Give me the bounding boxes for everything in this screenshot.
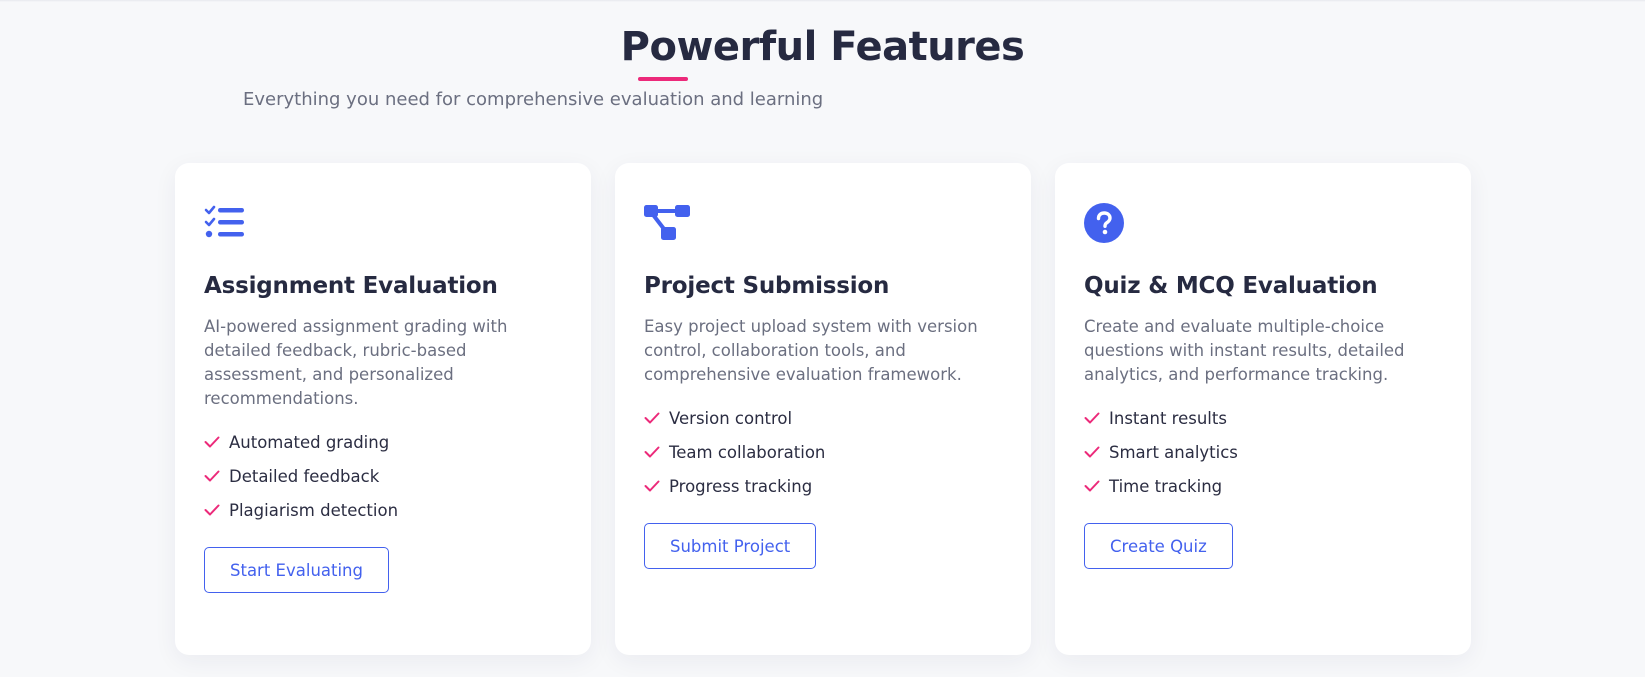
feature-item: Version control <box>644 401 1002 435</box>
card-description: AI-powered assignment grading with detai… <box>204 317 508 408</box>
feature-card-project-submission: Project Submission Easy project upload s… <box>615 163 1031 655</box>
feature-item: Team collaboration <box>644 435 1002 469</box>
checklist-icon <box>204 203 246 245</box>
feature-label: Time tracking <box>1109 476 1223 496</box>
title-underline <box>638 77 688 81</box>
submit-project-button[interactable]: Submit Project <box>644 523 817 569</box>
check-icon <box>644 480 660 492</box>
feature-card-assignment-evaluation: Assignment Evaluation AI-powered assignm… <box>175 163 591 655</box>
feature-item: Plagiarism detection <box>204 493 562 527</box>
start-evaluating-button[interactable]: Start Evaluating <box>204 547 389 593</box>
feature-label: Plagiarism detection <box>229 500 399 520</box>
check-icon <box>644 446 660 458</box>
create-quiz-button[interactable]: Create Quiz <box>1084 523 1233 569</box>
feature-label: Progress tracking <box>669 476 813 496</box>
feature-list: Automated grading Detailed feedback Plag… <box>204 425 562 527</box>
feature-label: Version control <box>669 408 793 428</box>
check-icon <box>1084 480 1100 492</box>
check-icon <box>1084 412 1100 424</box>
top-shadow <box>0 0 1645 2</box>
card-title: Quiz & MCQ Evaluation <box>1084 273 1378 299</box>
card-description: Easy project upload system with version … <box>644 317 978 384</box>
feature-label: Smart analytics <box>1109 442 1238 462</box>
feature-item: Instant results <box>1084 401 1442 435</box>
feature-list: Instant results Smart analytics Time tra… <box>1084 401 1442 503</box>
feature-item: Detailed feedback <box>204 459 562 493</box>
card-title: Project Submission <box>644 273 890 299</box>
section-title: Powerful Features <box>620 24 1025 70</box>
feature-card-quiz-evaluation: Quiz & MCQ Evaluation Create and evaluat… <box>1055 163 1471 655</box>
check-icon <box>204 470 220 482</box>
feature-list: Version control Team collaboration Progr… <box>644 401 1002 503</box>
check-icon <box>204 504 220 516</box>
feature-item: Progress tracking <box>644 469 1002 503</box>
feature-item: Smart analytics <box>1084 435 1442 469</box>
check-icon <box>644 412 660 424</box>
card-title: Assignment Evaluation <box>204 273 498 299</box>
check-icon <box>204 436 220 448</box>
card-description: Create and evaluate multiple-choice ques… <box>1084 317 1405 384</box>
question-circle-icon <box>1084 203 1126 245</box>
project-diagram-icon <box>644 203 690 245</box>
feature-label: Automated grading <box>229 432 390 452</box>
check-icon <box>1084 446 1100 458</box>
feature-label: Detailed feedback <box>229 466 380 486</box>
feature-item: Automated grading <box>204 425 562 459</box>
feature-label: Instant results <box>1109 408 1227 428</box>
section-subtitle: Everything you need for comprehensive ev… <box>243 89 824 110</box>
feature-label: Team collaboration <box>669 442 826 462</box>
feature-item: Time tracking <box>1084 469 1442 503</box>
